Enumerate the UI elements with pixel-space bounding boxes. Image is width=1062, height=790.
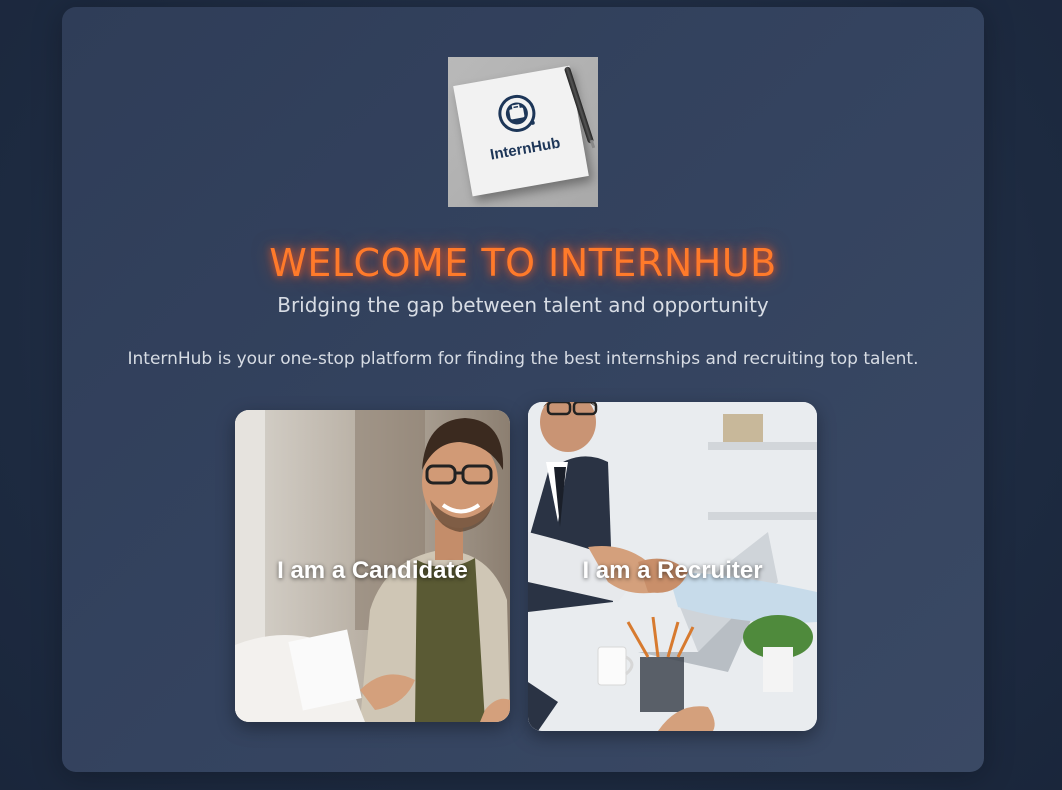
page-subtitle: Bridging the gap between talent and oppo…: [277, 293, 769, 317]
pen-tip: [589, 139, 596, 149]
internhub-logo-icon: [498, 94, 536, 132]
recruiter-card-label: I am a Recruiter: [582, 557, 763, 584]
page-title: WELCOME TO INTERNHUB: [269, 241, 777, 285]
welcome-panel: InternHub WELCOME TO INTERNHUB Bridging …: [62, 7, 984, 772]
recruiter-card[interactable]: I am a Recruiter: [528, 402, 817, 731]
logo-image: InternHub: [448, 57, 598, 207]
candidate-card-label: I am a Candidate: [277, 557, 468, 584]
logo-text: InternHub: [488, 134, 562, 164]
candidate-card[interactable]: I am a Candidate: [235, 410, 510, 722]
page-description: InternHub is your one-stop platform for …: [127, 349, 919, 369]
